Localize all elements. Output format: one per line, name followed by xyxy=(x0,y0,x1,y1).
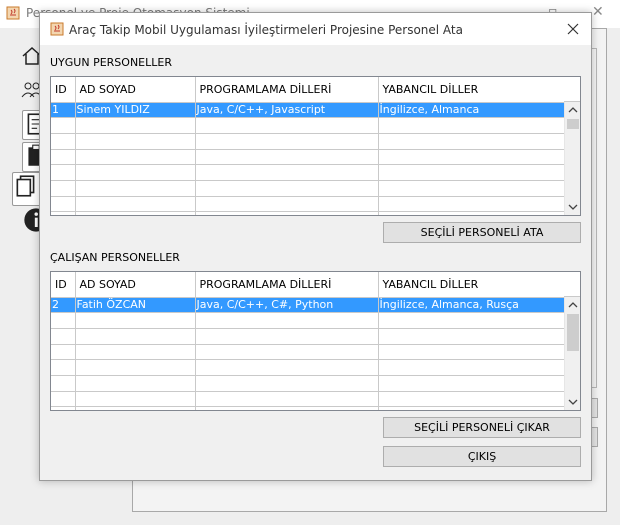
exit-button[interactable]: ÇIKIŞ xyxy=(383,446,581,467)
cell-name[interactable]: Sinem YILDIZ xyxy=(75,102,196,119)
column-header-id[interactable]: ID xyxy=(51,272,76,298)
cell-name[interactable]: Fatih ÖZCAN xyxy=(75,297,196,314)
empty-table-row[interactable] xyxy=(51,312,567,329)
column-header-name[interactable]: AD SOYAD xyxy=(75,272,196,298)
scroll-down-icon[interactable] xyxy=(565,199,581,215)
column-header-name[interactable]: AD SOYAD xyxy=(75,77,196,103)
scrollbar-thumb[interactable] xyxy=(567,314,579,351)
cell-foreign-languages[interactable]: İngilizce, Almanca xyxy=(378,102,567,119)
table-row[interactable]: 1 Sinem YILDIZ Java, C/C++, Javascript İ… xyxy=(51,102,567,119)
scroll-up-icon[interactable] xyxy=(565,102,581,118)
empty-table-row[interactable] xyxy=(51,180,567,197)
empty-table-row[interactable] xyxy=(51,117,567,134)
empty-table-row[interactable] xyxy=(51,196,567,213)
close-icon[interactable]: ✕ xyxy=(592,4,604,20)
empty-table-row[interactable] xyxy=(51,164,567,181)
empty-table-row[interactable] xyxy=(51,133,567,150)
table-header-corner xyxy=(564,272,580,297)
table-row[interactable]: 2 Fatih ÖZCAN Java, C/C++, C#, Python İn… xyxy=(51,297,567,314)
available-personnel-label: UYGUN PERSONELLER xyxy=(50,56,172,69)
column-header-id[interactable]: ID xyxy=(51,77,76,103)
table-header-row: ID AD SOYAD PROGRAMLAMA DİLLERİ YABANCIL… xyxy=(51,77,567,103)
empty-table-row[interactable] xyxy=(51,391,567,408)
cell-id[interactable]: 1 xyxy=(51,102,76,119)
table-header-row: ID AD SOYAD PROGRAMLAMA DİLLERİ YABANCIL… xyxy=(51,272,567,298)
empty-table-row[interactable] xyxy=(51,328,567,345)
remove-selected-button[interactable]: SEÇİLİ PERSONELİ ÇIKAR xyxy=(383,417,581,438)
column-header-programming-languages[interactable]: PROGRAMLAMA DİLLERİ xyxy=(195,272,379,298)
available-table-grid: ID AD SOYAD PROGRAMLAMA DİLLERİ YABANCIL… xyxy=(51,77,567,215)
java-app-icon xyxy=(6,6,20,20)
column-header-foreign-languages[interactable]: YABANCIL DİLLER xyxy=(378,77,567,103)
java-app-icon xyxy=(50,22,64,36)
empty-table-row[interactable] xyxy=(51,375,567,392)
vertical-scrollbar[interactable] xyxy=(564,297,580,410)
empty-table-row[interactable] xyxy=(51,359,567,376)
scroll-down-icon[interactable] xyxy=(565,394,581,410)
empty-table-row[interactable] xyxy=(51,149,567,166)
empty-table-row[interactable] xyxy=(51,211,567,215)
empty-table-row[interactable] xyxy=(51,406,567,410)
empty-table-row[interactable] xyxy=(51,344,567,361)
vertical-scrollbar[interactable] xyxy=(564,102,580,215)
cell-foreign-languages[interactable]: İngilizce, Almanca, Rusça xyxy=(378,297,567,314)
dialog-title: Araç Takip Mobil Uygulaması İyileştirmel… xyxy=(69,23,463,37)
table-header-corner xyxy=(564,77,580,102)
working-personnel-label: ÇALIŞAN PERSONELLER xyxy=(50,251,180,264)
working-table-grid: ID AD SOYAD PROGRAMLAMA DİLLERİ YABANCIL… xyxy=(51,272,567,410)
column-header-foreign-languages[interactable]: YABANCIL DİLLER xyxy=(378,272,567,298)
scroll-up-icon[interactable] xyxy=(565,297,581,313)
assign-selected-button[interactable]: SEÇİLİ PERSONELİ ATA xyxy=(383,222,581,243)
cell-programming-languages[interactable]: Java, C/C++, C#, Python xyxy=(195,297,379,314)
available-personnel-table: ID AD SOYAD PROGRAMLAMA DİLLERİ YABANCIL… xyxy=(50,76,581,216)
assign-personnel-dialog: Araç Takip Mobil Uygulaması İyileştirmel… xyxy=(39,12,592,481)
dialog-titlebar: Araç Takip Mobil Uygulaması İyileştirmel… xyxy=(40,13,591,45)
working-personnel-table: ID AD SOYAD PROGRAMLAMA DİLLERİ YABANCIL… xyxy=(50,271,581,411)
cell-programming-languages[interactable]: Java, C/C++, Javascript xyxy=(195,102,379,119)
cell-id[interactable]: 2 xyxy=(51,297,76,314)
column-header-programming-languages[interactable]: PROGRAMLAMA DİLLERİ xyxy=(195,77,379,103)
scrollbar-thumb[interactable] xyxy=(567,119,579,129)
close-icon[interactable] xyxy=(563,19,583,39)
